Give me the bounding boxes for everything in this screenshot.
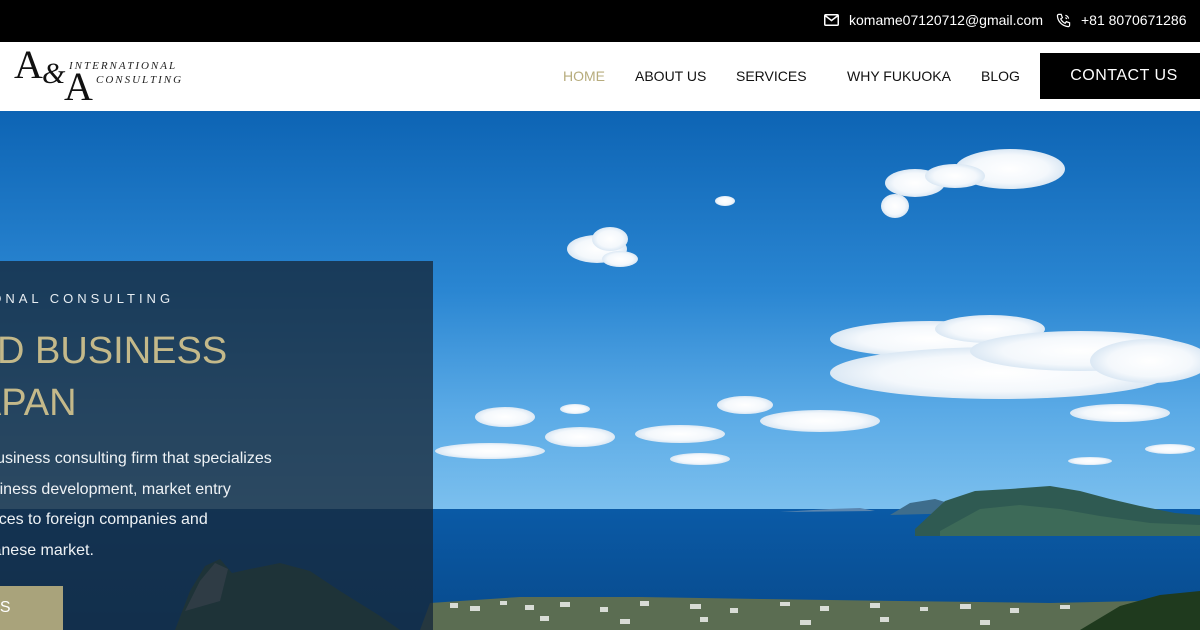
hero-text-panel: ATIONAL CONSULTING TRUSTED BUSINESS ER I… bbox=[0, 261, 433, 630]
logo-text-consulting: CONSULTING bbox=[96, 74, 184, 86]
email-text[interactable]: komame07120712@gmail.com bbox=[849, 12, 1043, 28]
logo-letter: A bbox=[14, 42, 43, 87]
phone-text[interactable]: +81 8070671286 bbox=[1081, 12, 1187, 28]
nav-services[interactable]: SERVICES bbox=[736, 68, 807, 84]
brand-logo[interactable]: A & A INTERNATIONAL CONSULTING bbox=[12, 45, 192, 109]
email-contact[interactable]: komame07120712@gmail.com bbox=[824, 12, 1043, 28]
nav-blog[interactable]: BLOG bbox=[981, 68, 1020, 84]
envelope-icon bbox=[824, 14, 839, 26]
hero-description: e Japanese business consulting firm that… bbox=[0, 444, 400, 566]
logo-text-international: INTERNATIONAL bbox=[69, 60, 178, 72]
hero-headline-line2: ER IN JAPAN bbox=[0, 382, 77, 424]
hero-headline: TRUSTED BUSINESS ER IN JAPAN bbox=[0, 325, 227, 429]
phone-contact[interactable]: +81 8070671286 bbox=[1056, 12, 1187, 28]
hero-section: ATIONAL CONSULTING TRUSTED BUSINESS ER I… bbox=[0, 111, 1200, 630]
nav-about-us[interactable]: ABOUT US bbox=[635, 68, 706, 84]
phone-icon bbox=[1056, 13, 1071, 27]
hero-headline-line1: TRUSTED BUSINESS bbox=[0, 330, 228, 372]
logo-letter: A bbox=[64, 64, 93, 109]
hero-description-line: ering the Japanese market. bbox=[0, 541, 94, 559]
main-navbar: A & A INTERNATIONAL CONSULTING HOME ABOU… bbox=[0, 42, 1200, 111]
logo-ampersand: & bbox=[42, 57, 66, 90]
hero-description-line: sourcing services to foreign companies a… bbox=[0, 511, 208, 528]
top-contact-bar: komame07120712@gmail.com +81 8070671286 bbox=[0, 0, 1200, 42]
hero-eyebrow: ATIONAL CONSULTING bbox=[0, 291, 175, 306]
hero-description-line: rehensive business development, market e… bbox=[0, 480, 231, 498]
nav-why-fukuoka[interactable]: WHY FUKUOKA bbox=[847, 68, 951, 84]
hero-contact-button[interactable]: T US bbox=[0, 586, 63, 630]
hero-description-line: e Japanese business consulting firm that… bbox=[0, 450, 272, 467]
nav-home[interactable]: HOME bbox=[563, 68, 605, 84]
contact-us-button[interactable]: CONTACT US bbox=[1040, 53, 1200, 99]
